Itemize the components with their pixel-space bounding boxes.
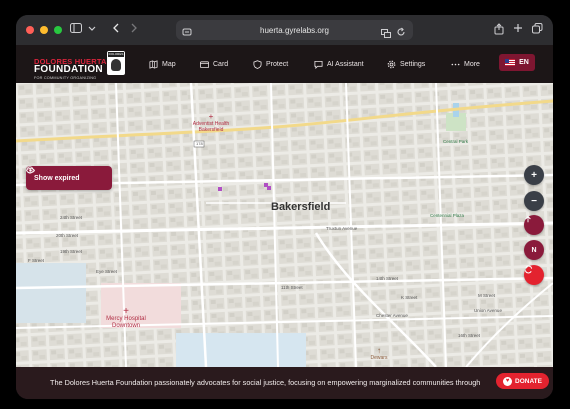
- north-button[interactable]: N: [524, 240, 544, 260]
- central-park-label[interactable]: Central Park: [443, 139, 468, 144]
- zoom-out-icon: −: [531, 195, 537, 207]
- clock-icon: [26, 166, 34, 174]
- new-tab-icon[interactable]: [513, 23, 523, 37]
- compass-icon: [525, 215, 531, 223]
- street-label: M Street: [478, 293, 496, 298]
- heart-icon: ♥: [503, 376, 513, 386]
- zoom-in-icon: +: [531, 169, 537, 181]
- nav-more[interactable]: More: [451, 45, 480, 83]
- browser-toolbar: huerta.gyrelabs.org: [16, 15, 553, 45]
- language-selector[interactable]: EN: [499, 54, 535, 71]
- centennial-plaza-label[interactable]: Centennial Plaza: [430, 213, 464, 218]
- dewars-label[interactable]: ↑ Dewars: [364, 346, 394, 362]
- card-icon: [200, 60, 209, 68]
- nav-protect-label: Protect: [266, 60, 289, 68]
- zoom-in-button[interactable]: +: [524, 165, 544, 185]
- chat-icon: [314, 60, 323, 69]
- tabs-icon[interactable]: [532, 23, 543, 38]
- sidebar-icon[interactable]: [70, 23, 82, 37]
- show-expired-label: Show expired: [34, 174, 80, 182]
- street-label: 20th Street: [56, 233, 79, 238]
- nav-map-label: Map: [162, 60, 176, 68]
- back-icon[interactable]: [112, 23, 120, 37]
- nav-card[interactable]: Card: [200, 45, 228, 83]
- street-label: 19th Street: [60, 249, 83, 254]
- north-icon: N: [531, 246, 537, 254]
- map-canvas: [16, 83, 553, 367]
- street-label: 11th Street: [281, 285, 303, 290]
- foundation-logo[interactable]: DOLORES HUERTA FOUNDATION FOR COMMUNITY …: [34, 50, 126, 82]
- street-label: Truxtun Avenue: [326, 226, 358, 231]
- donate-button[interactable]: ♥ DONATE: [496, 373, 549, 389]
- poi-marker[interactable]: [267, 186, 271, 190]
- locate-icon: [524, 265, 533, 274]
- minimize-window-button[interactable]: [40, 26, 48, 34]
- nav-protect[interactable]: Protect: [253, 45, 288, 83]
- footer-text: The Dolores Huerta Foundation passionate…: [50, 378, 481, 387]
- chevron-down-icon[interactable]: [88, 23, 96, 37]
- zoom-window-button[interactable]: [54, 26, 62, 34]
- forward-icon[interactable]: [130, 23, 138, 37]
- nav-ai-assistant-label: AI Assistant: [327, 60, 364, 68]
- nav-ai-assistant[interactable]: AI Assistant: [314, 45, 364, 83]
- language-label: EN: [519, 59, 529, 66]
- poi-marker[interactable]: [218, 187, 222, 191]
- hospital-icon: +: [123, 306, 129, 317]
- street-label: Chester Avenue: [376, 313, 408, 318]
- us-flag-icon: [505, 59, 516, 66]
- mercy-hospital-label[interactable]: + Mercy Hospital Downtown: [100, 307, 152, 330]
- street-label: K Street: [401, 295, 418, 300]
- footer-banner: The Dolores Huerta Foundation passionate…: [16, 367, 553, 399]
- site-settings-icon[interactable]: [182, 24, 192, 42]
- street-label: 16th Street: [458, 333, 481, 338]
- logo-line-2: FOUNDATION: [34, 64, 103, 75]
- translate-icon[interactable]: [381, 25, 391, 43]
- map-icon: [149, 59, 158, 69]
- gear-icon: [387, 60, 396, 68]
- url-text: huerta.gyrelabs.org: [260, 25, 329, 35]
- nav-settings-label: Settings: [400, 60, 426, 68]
- street-label: F Street: [28, 258, 45, 263]
- highway-label: 178: [196, 141, 203, 146]
- street-label: 14th Street: [376, 276, 399, 281]
- logo-badge-text: DOLORES: [108, 52, 124, 57]
- adventist-health-label[interactable]: + Adventist Health Bakersfield: [186, 112, 236, 134]
- shield-icon: [253, 59, 262, 69]
- show-expired-button[interactable]: Show expired: [26, 166, 112, 190]
- donate-label: DONATE: [515, 377, 542, 385]
- street-label: 24th Street: [60, 215, 83, 220]
- logo-portrait: DOLORES: [107, 51, 125, 75]
- compass-button[interactable]: [524, 215, 544, 235]
- window-controls: [26, 26, 62, 34]
- nav-map[interactable]: Map: [149, 45, 176, 83]
- address-bar[interactable]: huerta.gyrelabs.org: [176, 20, 413, 40]
- ellipsis-icon: [451, 63, 460, 65]
- close-window-button[interactable]: [26, 26, 34, 34]
- city-label: Bakersfield: [271, 201, 331, 213]
- share-icon[interactable]: [494, 23, 504, 39]
- zoom-out-button[interactable]: −: [524, 191, 544, 211]
- logo-line-3: FOR COMMUNITY ORGANIZING: [34, 76, 97, 80]
- locate-button[interactable]: [524, 265, 544, 285]
- nav-more-label: More: [464, 60, 480, 68]
- pin-icon: ↑: [377, 346, 381, 355]
- browser-window: huerta.gyrelabs.org DOLORES HUERTA FOUND…: [16, 15, 553, 399]
- reload-icon[interactable]: [396, 24, 406, 42]
- street-label: Eye Street: [96, 269, 118, 274]
- hospital-icon: +: [208, 112, 214, 121]
- street-label: Union Avenue: [474, 308, 502, 313]
- map-view[interactable]: 178 + Adventist Health Bakersfield + Mer…: [16, 83, 553, 367]
- nav-settings[interactable]: Settings: [387, 45, 425, 83]
- nav-card-label: Card: [213, 60, 229, 68]
